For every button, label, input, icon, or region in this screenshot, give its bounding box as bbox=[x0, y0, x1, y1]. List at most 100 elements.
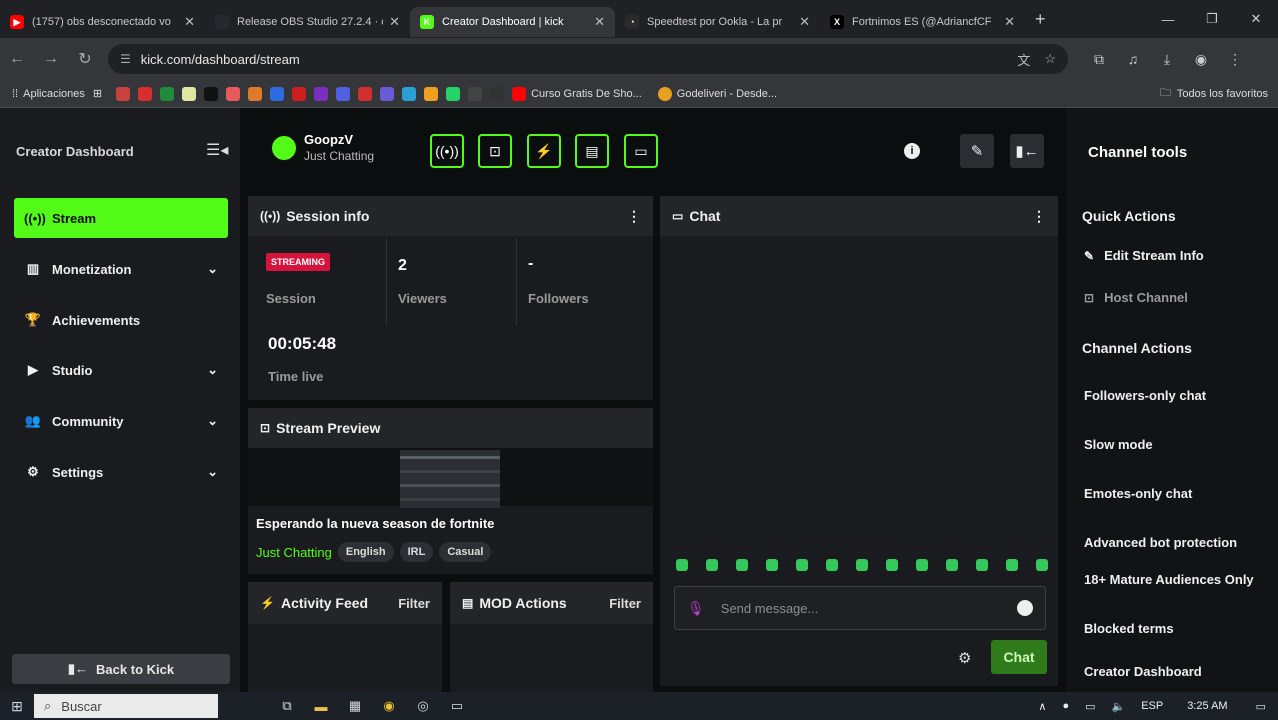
url-input[interactable]: ☰ kick.com/dashboard/stream 文 ☆ bbox=[108, 44, 1068, 74]
bookmark-icon[interactable] bbox=[358, 86, 373, 101]
bookmark-icon[interactable] bbox=[160, 86, 175, 101]
channel-action-item[interactable]: Creator Dashboard bbox=[1084, 664, 1202, 679]
chevron-down-icon[interactable]: ⌄ bbox=[207, 362, 218, 378]
tray-mic-icon[interactable]: ● bbox=[1062, 700, 1069, 712]
bookmark-icon[interactable] bbox=[270, 86, 285, 101]
volume-icon[interactable]: 🔈 bbox=[1112, 700, 1126, 713]
emote-icon[interactable] bbox=[736, 559, 748, 571]
edit-layout-button[interactable]: ✎ bbox=[960, 134, 994, 168]
more-options-icon[interactable]: ⋮ bbox=[627, 208, 641, 225]
emote-icon[interactable] bbox=[856, 559, 868, 571]
close-window-icon[interactable]: ✕ bbox=[1234, 11, 1278, 27]
tag-casual[interactable]: Casual bbox=[439, 542, 492, 562]
sidebar-item-stream[interactable]: ((•)) Stream bbox=[14, 198, 228, 238]
browser-tab[interactable]: K Creator Dashboard | kick ✕ bbox=[410, 7, 615, 37]
emote-icon[interactable] bbox=[706, 559, 718, 571]
obs-icon[interactable]: ◎ bbox=[406, 698, 440, 714]
sidebar-item-studio[interactable]: ▶ Studio ⌄ bbox=[14, 350, 228, 390]
chat-tool-button[interactable]: ▭ bbox=[624, 134, 658, 168]
send-chat-button[interactable]: Chat bbox=[991, 640, 1047, 674]
edit-stream-info-button[interactable]: ✎ Edit Stream Info bbox=[1084, 248, 1204, 263]
emote-icon[interactable] bbox=[916, 559, 928, 571]
channel-action-item[interactable]: Emotes-only chat bbox=[1084, 486, 1192, 501]
emote-icon[interactable] bbox=[766, 559, 778, 571]
exit-edit-button[interactable]: ▮← bbox=[1010, 134, 1044, 168]
chat-message-input[interactable]: 🎙 Send message... bbox=[674, 586, 1046, 630]
restore-icon[interactable]: ❐ bbox=[1190, 11, 1234, 27]
close-tab-icon[interactable]: ✕ bbox=[1004, 14, 1015, 30]
media-icon[interactable]: ♫ bbox=[1116, 51, 1150, 68]
chevron-down-icon[interactable]: ⌄ bbox=[207, 261, 218, 277]
task-view-icon[interactable]: ⧉ bbox=[270, 698, 304, 714]
preview-tool-button[interactable]: ⊡ bbox=[478, 134, 512, 168]
bookmark-icon[interactable] bbox=[204, 86, 219, 101]
tray-chevron-icon[interactable]: ∧ bbox=[1038, 700, 1046, 713]
channel-action-item[interactable]: Slow mode bbox=[1084, 437, 1153, 452]
browser-tab[interactable]: Release OBS Studio 27.2.4 · c ✕ bbox=[205, 7, 410, 37]
bookmark-icon[interactable] bbox=[336, 86, 351, 101]
sidebar-item-monetization[interactable]: ▥ Monetization ⌄ bbox=[14, 249, 228, 289]
minimize-icon[interactable]: — bbox=[1146, 12, 1190, 27]
activity-tool-button[interactable]: ⚡ bbox=[527, 134, 561, 168]
download-icon[interactable]: ⤓ bbox=[1150, 51, 1184, 68]
bookmark-icon[interactable] bbox=[490, 86, 505, 101]
translate-icon[interactable]: 文 bbox=[1017, 50, 1030, 69]
emote-icon[interactable] bbox=[976, 559, 988, 571]
bookmark-icon[interactable] bbox=[138, 86, 153, 101]
info-icon[interactable]: i bbox=[904, 143, 920, 159]
windows-start-icon[interactable]: ⊞ bbox=[0, 698, 34, 715]
bookmark-icon[interactable] bbox=[292, 86, 307, 101]
bookmark-icon[interactable] bbox=[116, 86, 131, 101]
menu-icon[interactable]: ⋮ bbox=[1218, 51, 1252, 68]
bookmark-icon[interactable] bbox=[314, 86, 329, 101]
emote-icon[interactable] bbox=[946, 559, 958, 571]
back-to-kick-button[interactable]: ▮← Back to Kick bbox=[12, 654, 230, 684]
browser-tab[interactable]: ◔ Speedtest por Ookla - La pr ✕ bbox=[615, 7, 820, 37]
close-tab-icon[interactable]: ✕ bbox=[389, 14, 400, 30]
emote-icon[interactable] bbox=[886, 559, 898, 571]
chat-settings-icon[interactable]: ⚙ bbox=[958, 649, 971, 667]
site-settings-icon[interactable]: ☰ bbox=[120, 52, 131, 66]
chevron-down-icon[interactable]: ⌄ bbox=[207, 413, 218, 429]
emote-icon[interactable] bbox=[826, 559, 838, 571]
microphone-icon[interactable]: 🎙 bbox=[687, 600, 705, 617]
bookmark-icon[interactable] bbox=[446, 86, 461, 101]
notifications-icon[interactable]: ▭ bbox=[1256, 700, 1266, 713]
network-icon[interactable]: ▭ bbox=[1085, 700, 1095, 713]
channel-action-item[interactable]: Followers-only chat bbox=[1084, 388, 1206, 403]
reload-icon[interactable]: ↻ bbox=[68, 49, 102, 69]
bookmark-godeliveri[interactable]: Godeliveri - Desde... bbox=[657, 86, 777, 101]
mod-filter-button[interactable]: Filter bbox=[609, 596, 641, 611]
extensions-icon[interactable]: ⧉ bbox=[1082, 51, 1116, 68]
category-link[interactable]: Just Chatting bbox=[256, 545, 332, 560]
forward-arrow-icon[interactable]: → bbox=[34, 50, 68, 68]
bookmark-icon[interactable] bbox=[182, 86, 197, 101]
emoji-picker-icon[interactable] bbox=[1017, 600, 1033, 616]
collapse-sidebar-icon[interactable]: ☰◂ bbox=[206, 140, 228, 160]
browser-tab[interactable]: X Fortnimos ES (@AdriancfCF ✕ bbox=[820, 7, 1025, 37]
sidebar-item-community[interactable]: 👥 Community ⌄ bbox=[14, 401, 228, 441]
activity-filter-button[interactable]: Filter bbox=[398, 596, 430, 611]
sidebar-item-achievements[interactable]: 🏆 Achievements bbox=[14, 300, 228, 340]
close-tab-icon[interactable]: ✕ bbox=[799, 14, 810, 30]
channel-action-item[interactable]: 18+ Mature Audiences Only bbox=[1084, 572, 1254, 587]
clock[interactable]: 3:25 AM bbox=[1187, 700, 1227, 712]
profile-icon[interactable]: ◉ bbox=[1184, 51, 1218, 68]
tag-english[interactable]: English bbox=[337, 542, 394, 562]
app-icon[interactable]: ▭ bbox=[440, 698, 474, 714]
new-tab-icon[interactable]: + bbox=[1035, 9, 1046, 30]
apps-launcher-icon[interactable]: ⊞ bbox=[93, 87, 102, 100]
close-tab-icon[interactable]: ✕ bbox=[594, 14, 605, 30]
emote-icon[interactable] bbox=[1006, 559, 1018, 571]
chevron-down-icon[interactable]: ⌄ bbox=[207, 464, 218, 480]
bookmark-icon[interactable] bbox=[468, 86, 483, 101]
broadcast-tool-button[interactable]: ((•)) bbox=[430, 134, 464, 168]
store-icon[interactable]: ▦ bbox=[338, 698, 372, 714]
apps-bookmark[interactable]: ⁞⁞ Aplicaciones bbox=[12, 88, 85, 100]
chat-more-options-icon[interactable]: ⋮ bbox=[1032, 208, 1046, 225]
file-explorer-icon[interactable]: ▬ bbox=[304, 699, 338, 714]
sidebar-item-settings[interactable]: ⚙ Settings ⌄ bbox=[14, 452, 228, 492]
bookmark-curso[interactable]: Curso Gratis De Sho... bbox=[512, 86, 642, 101]
channel-action-item[interactable]: Blocked terms bbox=[1084, 621, 1174, 636]
bookmark-icon[interactable] bbox=[380, 86, 395, 101]
